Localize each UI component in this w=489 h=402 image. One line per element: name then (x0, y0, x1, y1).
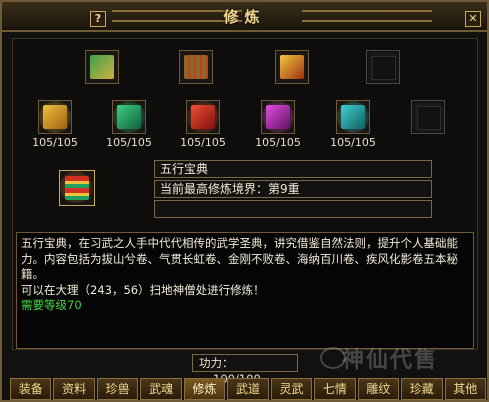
book-count-4: 105/105 (255, 136, 301, 149)
book-red-icon (191, 105, 215, 129)
tab-collection[interactable]: 珍藏 (401, 378, 443, 400)
tab-pets[interactable]: 珍兽 (96, 378, 139, 400)
window-title: 修炼 (223, 8, 266, 26)
description-text: 五行宝典，在习武之人手中代代相传的武学圣典，讲究借鉴自然法则，提升个人基础能力。… (21, 236, 458, 281)
book-slot-1[interactable] (38, 100, 72, 134)
tab-equipment[interactable]: 装备 (10, 378, 52, 400)
book-slot-3[interactable] (186, 100, 220, 134)
close-button[interactable]: ✕ (465, 11, 481, 27)
scroll-bundle-icon (184, 55, 208, 79)
tab-other[interactable]: 其他 (444, 378, 486, 400)
book-slot-2[interactable] (112, 100, 146, 134)
gold-scroll-icon (280, 55, 304, 79)
book-purple-icon (266, 105, 290, 129)
tab-bar: 装备 资料 珍兽 武魂 修炼 武道 灵武 七情 雕纹 珍藏 其他 (10, 378, 486, 400)
tab-engraving[interactable]: 雕纹 (357, 378, 400, 400)
scroll-slot-1[interactable] (85, 50, 119, 84)
watermark-text: 神仙代售 (342, 347, 439, 373)
five-elements-book-icon (65, 176, 89, 200)
selected-book-slot[interactable] (59, 170, 95, 206)
book-slot-6-empty[interactable] (411, 100, 445, 134)
book-green-icon (117, 105, 141, 129)
book-teal-icon (341, 105, 365, 129)
title-bar[interactable]: 修炼 ? ✕ (2, 2, 487, 32)
tab-martial-way[interactable]: 武道 (227, 378, 269, 400)
book-slot-5[interactable] (336, 100, 370, 134)
book-count-1: 105/105 (32, 136, 78, 149)
tab-profile[interactable]: 资料 (53, 378, 95, 400)
book-count-5: 105/105 (330, 136, 376, 149)
scroll-slot-4-empty[interactable] (366, 50, 400, 84)
scroll-slot-2[interactable] (179, 50, 213, 84)
help-button[interactable]: ? (90, 11, 106, 27)
scroll-book-green-icon (90, 55, 114, 79)
selected-book-realm: 当前最高修炼境界：第9重 (154, 180, 432, 198)
book-count-2: 105/105 (106, 136, 152, 149)
book-count-3: 105/105 (180, 136, 226, 149)
scroll-slot-3[interactable] (275, 50, 309, 84)
selected-book-extra (154, 200, 432, 218)
cultivation-window: 修炼 ? ✕ 105/105 105/105 105/105 105/105 1… (0, 0, 489, 402)
book-slot-4[interactable] (261, 100, 295, 134)
level-requirement: 需要等级70 (21, 298, 82, 312)
tab-cultivation[interactable]: 修炼 (183, 378, 226, 400)
power-field: 功力： 100/100 (192, 354, 298, 386)
tab-spirit-weapon[interactable]: 灵武 (270, 378, 313, 400)
description-box: 五行宝典，在习武之人手中代代相传的武学圣典，讲究借鉴自然法则，提升个人基础能力。… (16, 232, 474, 349)
location-text: 可以在大理（243，56）扫地神僧处进行修炼！ (21, 282, 265, 297)
power-label: 功力： (199, 356, 234, 370)
book-gold-icon (43, 105, 67, 129)
tab-martial-soul[interactable]: 武魂 (140, 378, 182, 400)
selected-book-name: 五行宝典 (154, 160, 432, 178)
tab-emotions[interactable]: 七情 (314, 378, 356, 400)
